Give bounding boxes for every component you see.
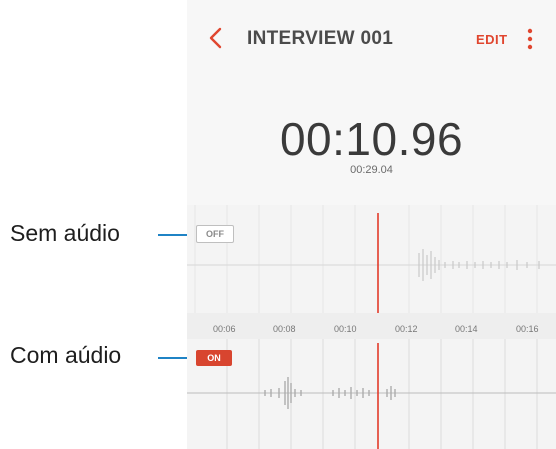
recorder-screen: INTERVIEW 001 EDIT 00:10.96 00:29.04 00:… bbox=[187, 0, 556, 449]
page-title: INTERVIEW 001 bbox=[247, 28, 394, 49]
timeline-tick: 00:14 bbox=[455, 324, 478, 334]
timeline-tick: 00:16 bbox=[516, 324, 539, 334]
timeline-tick: 00:10 bbox=[334, 324, 357, 334]
more-options-icon[interactable] bbox=[523, 26, 537, 52]
timeline-tick: 00:06 bbox=[213, 324, 236, 334]
timeline-tick: 00:08 bbox=[273, 324, 296, 334]
audio-toggle-on-badge[interactable]: ON bbox=[196, 350, 232, 366]
waveform-area[interactable] bbox=[187, 205, 556, 449]
timeline-ruler bbox=[187, 313, 556, 339]
callout-no-audio: Sem aúdio bbox=[10, 220, 120, 246]
current-time: 00:10.96 bbox=[279, 113, 464, 165]
app-bar: INTERVIEW 001 EDIT bbox=[187, 0, 556, 72]
timeline-tick: 00:12 bbox=[395, 324, 418, 334]
back-arrow-icon[interactable] bbox=[205, 24, 227, 52]
callout-with-audio: Com aúdio bbox=[10, 342, 122, 368]
mute-toggle-off-badge[interactable]: OFF bbox=[196, 225, 234, 243]
total-duration: 00:29.04 bbox=[350, 164, 393, 176]
edit-button[interactable]: EDIT bbox=[476, 32, 508, 47]
